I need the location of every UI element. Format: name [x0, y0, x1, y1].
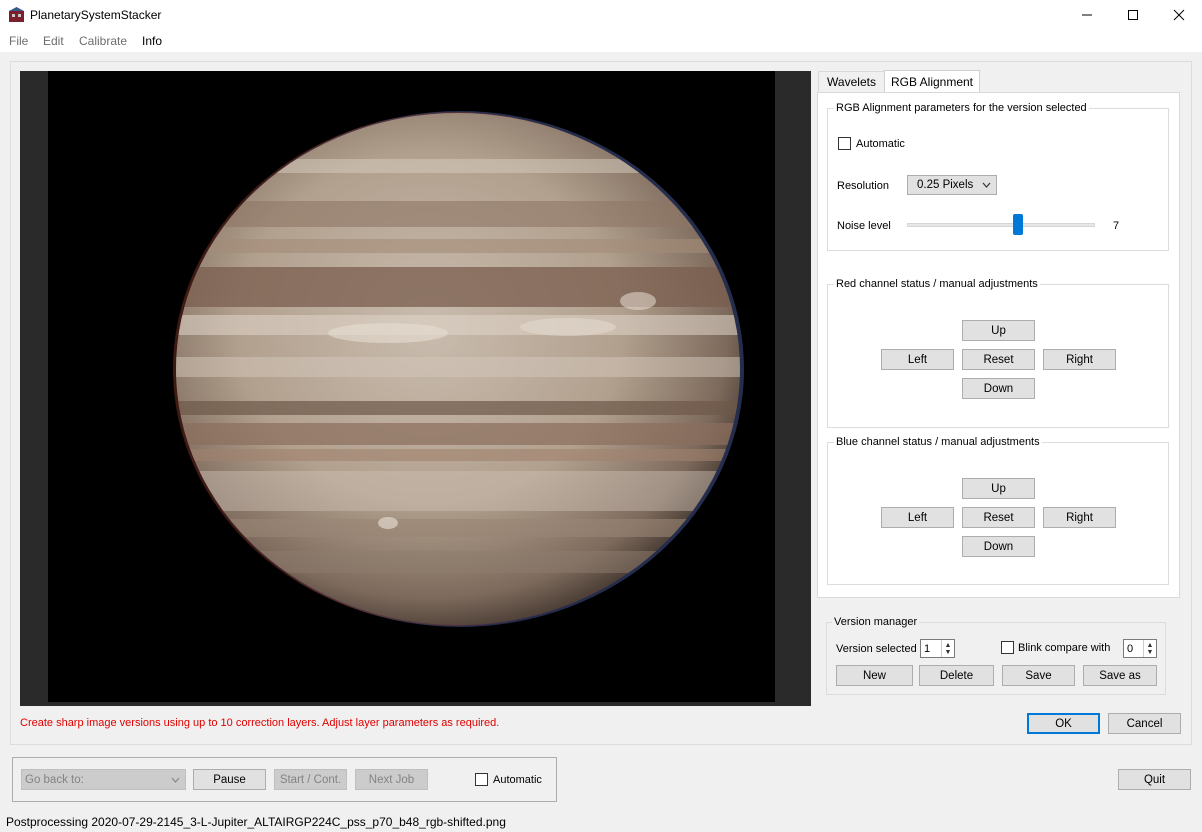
blue-down-button[interactable]: Down	[962, 536, 1035, 557]
go-back-select[interactable]: Go back to:	[21, 769, 186, 790]
go-back-placeholder: Go back to:	[25, 773, 84, 786]
blue-up-button[interactable]: Up	[962, 478, 1035, 499]
version-selected-label: Version selected	[836, 643, 917, 655]
noise-slider-thumb[interactable]	[1012, 214, 1023, 235]
blue-right-button[interactable]: Right	[1043, 507, 1116, 528]
spin-arrows-icon[interactable]: ▲ ▼	[941, 640, 954, 657]
window-title: PlanetarySystemStacker	[30, 8, 162, 22]
red-down-button[interactable]: Down	[962, 378, 1035, 399]
red-reset-button[interactable]: Reset	[962, 349, 1035, 370]
maximize-icon	[1128, 10, 1138, 20]
noise-slider-track[interactable]	[907, 223, 1095, 227]
version-manager-title: Version manager	[832, 616, 920, 628]
resolution-select[interactable]: 0.25 Pixels	[907, 175, 997, 195]
automatic-label: Automatic	[856, 138, 905, 150]
new-version-button[interactable]: New	[836, 665, 913, 686]
menu-file[interactable]: File	[9, 34, 28, 48]
tab-wavelets[interactable]: Wavelets	[818, 71, 885, 92]
minimize-icon	[1082, 14, 1092, 16]
ok-button[interactable]: OK	[1027, 713, 1100, 734]
chevron-down-icon	[982, 182, 991, 188]
auto-job-checkbox[interactable]	[475, 773, 488, 786]
menu-bar	[0, 30, 1202, 52]
maximize-button[interactable]	[1110, 0, 1156, 30]
resolution-value: 0.25 Pixels	[917, 179, 974, 191]
next-job-button[interactable]: Next Job	[355, 769, 428, 790]
app-icon	[8, 7, 25, 23]
close-icon	[1173, 9, 1185, 21]
version-selected-value: 1	[924, 642, 931, 655]
status-bar: Postprocessing 2020-07-29-2145_3-L-Jupit…	[6, 815, 506, 829]
cloud-bands	[176, 159, 740, 573]
planet-image[interactable]	[48, 71, 775, 702]
red-left-button[interactable]: Left	[881, 349, 954, 370]
resolution-label: Resolution	[837, 180, 889, 192]
automatic-checkbox[interactable]	[838, 137, 851, 150]
quit-button[interactable]: Quit	[1118, 769, 1191, 790]
menu-info[interactable]: Info	[142, 34, 162, 48]
auto-job-label: Automatic	[493, 774, 542, 786]
noise-level-value: 7	[1113, 220, 1120, 232]
noise-level-label: Noise level	[837, 220, 891, 232]
red-right-button[interactable]: Right	[1043, 349, 1116, 370]
title-bar	[0, 0, 1202, 30]
cancel-button[interactable]: Cancel	[1108, 713, 1181, 734]
chevron-down-icon	[171, 777, 180, 783]
menu-calibrate[interactable]: Calibrate	[79, 34, 127, 48]
blue-reset-button[interactable]: Reset	[962, 507, 1035, 528]
spin-arrows-icon[interactable]: ▲ ▼	[1143, 640, 1156, 657]
minimize-button[interactable]	[1064, 0, 1110, 30]
save-version-button[interactable]: Save	[1002, 665, 1075, 686]
status-message: Create sharp image versions using up to …	[20, 717, 500, 729]
rgb-params-title: RGB Alignment parameters for the version…	[834, 102, 1089, 114]
tab-rgb-alignment[interactable]: RGB Alignment	[884, 70, 980, 93]
blue-channel-title: Blue channel status / manual adjustments	[834, 436, 1042, 448]
save-as-button[interactable]: Save as	[1083, 665, 1157, 686]
blue-left-button[interactable]: Left	[881, 507, 954, 528]
blink-compare-spinbox[interactable]: 0 ▲ ▼	[1123, 639, 1157, 658]
delete-version-button[interactable]: Delete	[919, 665, 994, 686]
blink-compare-value: 0	[1127, 642, 1134, 655]
close-window-button[interactable]	[1156, 0, 1202, 30]
pause-button[interactable]: Pause	[193, 769, 266, 790]
menu-edit[interactable]: Edit	[43, 34, 64, 48]
blink-compare-checkbox[interactable]	[1001, 641, 1014, 654]
red-up-button[interactable]: Up	[962, 320, 1035, 341]
blink-compare-label: Blink compare with	[1018, 642, 1111, 654]
version-selected-spinbox[interactable]: 1 ▲ ▼	[920, 639, 955, 658]
start-continue-button[interactable]: Start / Cont.	[274, 769, 347, 790]
red-channel-title: Red channel status / manual adjustments	[834, 278, 1040, 290]
